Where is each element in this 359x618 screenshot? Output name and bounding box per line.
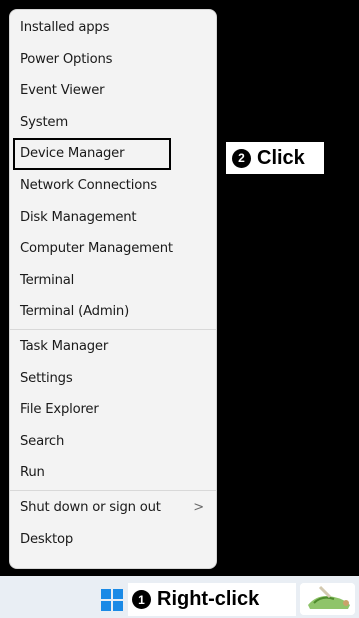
menu-separator <box>10 328 216 330</box>
menu-item-run[interactable]: Run <box>10 457 216 489</box>
step-2-text: Click <box>257 146 305 169</box>
step-1-callout: 1 Right-click <box>128 583 296 616</box>
menu-item-task-manager[interactable]: Task Manager <box>10 331 216 363</box>
turtle-illustration-icon <box>300 583 355 615</box>
menu-item-file-explorer[interactable]: File Explorer <box>10 394 216 426</box>
menu-item-terminal-admin[interactable]: Terminal (Admin) <box>10 296 216 328</box>
chevron-right-icon: > <box>193 499 204 515</box>
menu-item-shut-down[interactable]: Shut down or sign out > <box>10 492 216 524</box>
menu-item-network-connections[interactable]: Network Connections <box>10 170 216 202</box>
menu-item-shut-down-label: Shut down or sign out <box>20 499 161 515</box>
menu-item-terminal[interactable]: Terminal <box>10 265 216 297</box>
menu-item-disk-management[interactable]: Disk Management <box>10 202 216 234</box>
menu-item-installed-apps[interactable]: Installed apps <box>10 12 216 44</box>
menu-item-computer-management[interactable]: Computer Management <box>10 233 216 265</box>
menu-item-power-options[interactable]: Power Options <box>10 44 216 76</box>
step-2-number: 2 <box>232 148 251 168</box>
step-1-text: Right-click <box>157 588 260 610</box>
menu-item-event-viewer[interactable]: Event Viewer <box>10 75 216 107</box>
menu-item-settings[interactable]: Settings <box>10 363 216 395</box>
menu-item-desktop[interactable]: Desktop <box>10 524 216 556</box>
winx-context-menu: Installed apps Power Options Event Viewe… <box>9 9 217 569</box>
step-1-number: 1 <box>132 590 151 609</box>
menu-item-system[interactable]: System <box>10 107 216 139</box>
menu-item-search[interactable]: Search <box>10 426 216 458</box>
menu-item-device-manager[interactable]: Device Manager <box>13 138 171 170</box>
step-2-callout: 2 Click <box>226 142 324 174</box>
windows-start-icon[interactable] <box>101 589 123 611</box>
menu-separator <box>10 489 216 491</box>
